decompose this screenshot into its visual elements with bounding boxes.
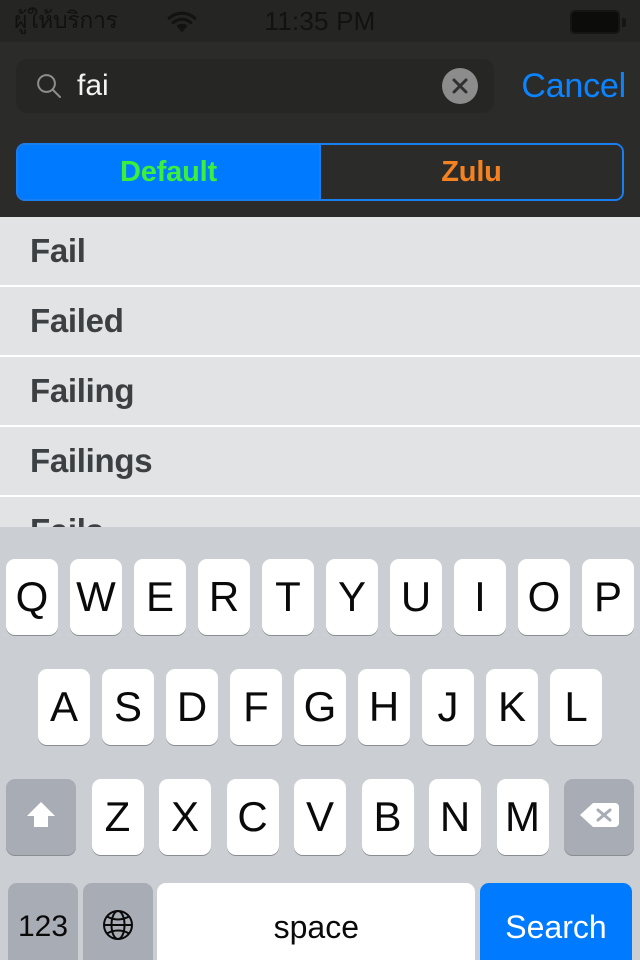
key-w[interactable]: W xyxy=(70,559,122,635)
key-b[interactable]: B xyxy=(361,779,414,855)
key-d[interactable]: D xyxy=(166,669,218,745)
keyboard-row-1: Q W E R T Y U I O P xyxy=(0,549,640,645)
table-row[interactable]: Failings xyxy=(0,427,640,497)
onscreen-keyboard: Q W E R T Y U I O P A S D F G H J K L Z … xyxy=(0,527,640,960)
result-label: Fails xyxy=(30,512,104,527)
result-label: Failings xyxy=(30,442,153,479)
segment-zulu[interactable]: Zulu xyxy=(321,145,622,199)
table-row[interactable]: Fails xyxy=(0,497,640,527)
key-m[interactable]: M xyxy=(496,779,549,855)
key-k[interactable]: K xyxy=(486,669,538,745)
search-submit-key[interactable]: Search xyxy=(479,883,632,960)
key-i[interactable]: I xyxy=(454,559,506,635)
shift-up-arrow-icon xyxy=(21,795,61,840)
key-p[interactable]: P xyxy=(582,559,634,635)
key-y[interactable]: Y xyxy=(326,559,378,635)
search-input-value: fai xyxy=(77,69,109,102)
search-bar: fai Cancel xyxy=(0,42,640,128)
backspace-delete-icon xyxy=(577,799,621,836)
result-label: Fail xyxy=(30,232,86,269)
segmented-control-container: Default Zulu xyxy=(0,128,640,217)
keyboard-row-2: A S D F G H J K L xyxy=(0,659,640,755)
key-u[interactable]: U xyxy=(390,559,442,635)
segment-default[interactable]: Default xyxy=(18,145,319,199)
key-a[interactable]: A xyxy=(38,669,90,745)
key-e[interactable]: E xyxy=(134,559,186,635)
key-c[interactable]: C xyxy=(226,779,279,855)
status-time: 11:35 PM xyxy=(264,5,376,36)
search-icon xyxy=(35,72,63,100)
key-l[interactable]: L xyxy=(550,669,602,745)
key-x[interactable]: X xyxy=(159,779,211,855)
key-r[interactable]: R xyxy=(198,559,250,635)
key-n[interactable]: N xyxy=(429,779,481,855)
key-q[interactable]: Q xyxy=(6,559,58,635)
key-s[interactable]: S xyxy=(102,669,154,745)
key-v[interactable]: V xyxy=(294,779,346,855)
keyboard-row-3: Z X C V B N M xyxy=(0,769,640,865)
key-f[interactable]: F xyxy=(230,669,282,745)
status-bar: ผู้ให้บริการ 11:35 PM xyxy=(0,0,640,42)
table-row[interactable]: Failed xyxy=(0,287,640,357)
globe-key[interactable] xyxy=(82,883,153,960)
table-row[interactable]: Fail xyxy=(0,217,640,287)
result-label: Failing xyxy=(30,372,135,409)
result-label: Failed xyxy=(30,302,124,339)
key-z[interactable]: Z xyxy=(91,779,144,855)
search-input[interactable]: fai xyxy=(16,59,494,113)
backspace-key[interactable] xyxy=(564,779,634,855)
shift-key[interactable] xyxy=(6,779,76,855)
key-o[interactable]: O xyxy=(518,559,570,635)
globe-icon xyxy=(98,905,138,950)
battery-body xyxy=(570,10,620,34)
battery-cap xyxy=(622,18,626,27)
key-t[interactable]: T xyxy=(262,559,314,635)
key-g[interactable]: G xyxy=(294,669,346,745)
key-h[interactable]: H xyxy=(358,669,410,745)
table-row[interactable]: Failing xyxy=(0,357,640,427)
key-j[interactable]: J xyxy=(422,669,474,745)
search-results-list[interactable]: Fail Failed Failing Failings Fails xyxy=(0,217,640,527)
numbers-key[interactable]: 123 xyxy=(8,883,78,960)
clear-icon[interactable] xyxy=(442,68,478,104)
cancel-button[interactable]: Cancel xyxy=(521,59,626,113)
keyboard-row-4: 123 space Search xyxy=(0,879,640,960)
segmented-control[interactable]: Default Zulu xyxy=(16,143,624,201)
space-key[interactable]: space xyxy=(157,883,476,960)
battery-icon xyxy=(570,10,626,34)
